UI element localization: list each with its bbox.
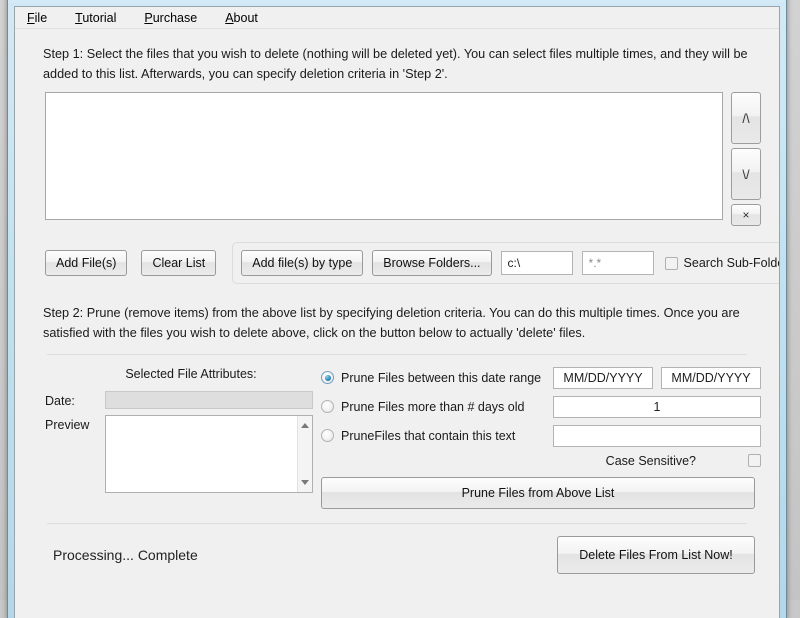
delete-files-button[interactable]: Delete Files From List Now! [557, 536, 755, 574]
radio-date-range-indicator[interactable] [321, 371, 334, 384]
criteria-row-days-old: Prune Files more than # days old [321, 396, 761, 418]
list-side-buttons: /\ \/ × [731, 92, 761, 226]
radio-prune-days-old[interactable]: Prune Files more than # days old [321, 400, 553, 414]
menu-purchase-rest: urchase [153, 11, 197, 25]
main-content: Step 1: Select the files that you wish t… [15, 45, 779, 574]
browse-folders-button[interactable]: Browse Folders... [372, 250, 491, 276]
scroll-up-icon[interactable] [301, 423, 309, 428]
case-sensitive-label: Case Sensitive? [606, 454, 696, 468]
prune-files-button[interactable]: Prune Files from Above List [321, 477, 755, 509]
menu-item-about[interactable]: About [225, 9, 272, 27]
menu-tutorial-rest: utorial [82, 11, 116, 25]
date-readonly-field [105, 391, 313, 409]
days-old-input[interactable] [553, 396, 761, 418]
file-mask-input[interactable] [582, 251, 654, 275]
selected-file-attributes-panel: Selected File Attributes: Date: Preview [45, 363, 313, 509]
radio-contains-text-label: PruneFiles that contain this text [341, 429, 515, 443]
menu-file-rest: ile [35, 11, 48, 25]
radio-prune-contains-text[interactable]: PruneFiles that contain this text [321, 429, 553, 443]
criteria-area: Selected File Attributes: Date: Preview [45, 363, 761, 509]
case-sensitive-row: Case Sensitive? [321, 454, 761, 468]
search-subfolders-label: Search Sub-Folders [684, 256, 780, 270]
step2-instructions: Step 2: Prune (remove items) from the ab… [43, 304, 761, 343]
preview-attribute-row: Preview [45, 415, 313, 493]
file-actions-row: Add File(s) Clear List Add file(s) by ty… [45, 242, 761, 284]
search-subfolders-checkbox-wrap[interactable]: Search Sub-Folders [665, 256, 780, 270]
date-label: Date: [45, 391, 105, 408]
attributes-title: Selected File Attributes: [45, 367, 313, 381]
criteria-row-date-range: Prune Files between this date range [321, 367, 761, 389]
menu-purchase-accel: P [144, 11, 152, 25]
add-files-button[interactable]: Add File(s) [45, 250, 127, 276]
clear-list-button[interactable]: Clear List [141, 250, 216, 276]
menu-item-purchase[interactable]: Purchase [144, 9, 211, 27]
prune-criteria-panel: Prune Files between this date range Prun… [321, 363, 761, 509]
preview-scrollbar[interactable] [297, 416, 312, 492]
file-listbox[interactable] [45, 92, 723, 220]
file-list-row: /\ \/ × [45, 92, 761, 226]
date-to-input[interactable] [661, 367, 761, 389]
application-window: File Tutorial Purchase About Step 1: Sel… [8, 0, 786, 618]
step1-instructions: Step 1: Select the files that you wish t… [43, 45, 761, 84]
divider-footer [47, 523, 747, 524]
menu-item-file[interactable]: File [27, 9, 61, 27]
menu-item-tutorial[interactable]: Tutorial [75, 9, 130, 27]
status-text: Processing... Complete [53, 547, 198, 563]
add-files-by-type-button[interactable]: Add file(s) by type [241, 250, 363, 276]
window-client-area: File Tutorial Purchase About Step 1: Sel… [14, 6, 780, 618]
scroll-down-icon[interactable] [301, 480, 309, 485]
menu-about-accel: A [225, 11, 233, 25]
radio-days-old-indicator[interactable] [321, 400, 334, 413]
case-sensitive-checkbox[interactable] [748, 454, 761, 467]
move-up-button[interactable]: /\ [731, 92, 761, 144]
move-down-button[interactable]: \/ [731, 148, 761, 200]
menu-file-accel: F [27, 11, 35, 25]
preview-textbox[interactable] [105, 415, 313, 493]
preview-label: Preview [45, 415, 105, 432]
date-from-input[interactable] [553, 367, 653, 389]
radio-contains-text-indicator[interactable] [321, 429, 334, 442]
radio-prune-date-range[interactable]: Prune Files between this date range [321, 371, 553, 385]
search-subfolders-checkbox[interactable] [665, 257, 678, 270]
menu-bar: File Tutorial Purchase About [15, 7, 779, 29]
desktop-background: File Tutorial Purchase About Step 1: Sel… [0, 0, 800, 600]
divider-step2 [47, 354, 747, 355]
radio-date-range-label: Prune Files between this date range [341, 371, 541, 385]
folder-path-input[interactable] [501, 251, 573, 275]
remove-item-button[interactable]: × [731, 204, 761, 226]
criteria-row-contains-text: PruneFiles that contain this text [321, 425, 761, 447]
menu-about-rest: bout [234, 11, 258, 25]
date-attribute-row: Date: [45, 391, 313, 409]
contains-text-input[interactable] [553, 425, 761, 447]
radio-days-old-label: Prune Files more than # days old [341, 400, 524, 414]
status-row: Processing... Complete Delete Files From… [53, 536, 761, 574]
add-by-type-group: Add file(s) by type Browse Folders... Se… [232, 242, 780, 284]
